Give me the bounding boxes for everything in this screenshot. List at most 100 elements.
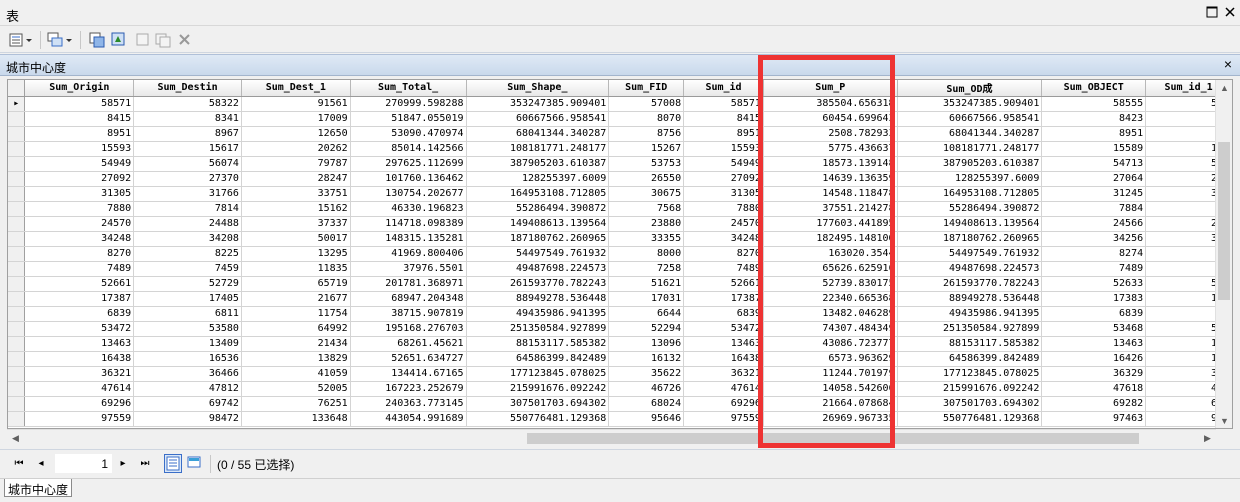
last-record-button[interactable]: ⏭ [138, 457, 152, 471]
table-cell[interactable]: 8967 [133, 126, 242, 142]
scroll-up-arrow-icon[interactable]: ▲ [1216, 80, 1232, 97]
table-cell[interactable]: 387905203.610387 [897, 156, 1043, 172]
current-record-input[interactable]: 1 [55, 454, 112, 473]
table-cell[interactable]: 101760.136462 [350, 171, 467, 187]
table-cell[interactable]: 8070 [608, 111, 685, 127]
table-row[interactable]: 27092 27370 28247 101760.136462 128255397.60… [8, 171, 1232, 187]
table-cell[interactable]: 133648 [241, 411, 351, 427]
table-cell[interactable]: 97463 [1041, 411, 1147, 427]
table-cell[interactable]: 164953108.712805 [466, 186, 610, 202]
table-cell[interactable]: 177123845.078025 [897, 366, 1043, 382]
table-cell[interactable]: 35622 [608, 366, 685, 382]
table-cell[interactable]: 51621 [608, 276, 685, 292]
table-cell[interactable]: 68041344.340287 [466, 126, 610, 142]
table-cell[interactable]: 149408613.139564 [466, 216, 610, 232]
table-cell[interactable]: 16426 [1041, 351, 1147, 367]
table-cell[interactable]: 53580 [133, 321, 242, 337]
table-cell[interactable]: 8415 [683, 111, 764, 127]
table-cell[interactable]: 108181771.248177 [466, 141, 610, 157]
table-cell[interactable]: 47618 [1041, 381, 1147, 397]
table-cell[interactable]: 15162 [241, 201, 351, 217]
table-cell[interactable]: 52729 [133, 276, 242, 292]
table-cell[interactable]: 52005 [241, 381, 351, 397]
table-cell[interactable]: 23880 [608, 216, 685, 232]
row-selector[interactable] [8, 276, 26, 292]
table-row[interactable]: 31305 31766 33751 130754.202677 164953108.71… [8, 186, 1232, 202]
table-row[interactable]: 7880 7814 15162 46330.196823 55286494.390872… [8, 201, 1232, 217]
table-cell[interactable]: 88153117.585382 [897, 336, 1043, 352]
table-cell[interactable]: 16438 [24, 351, 135, 367]
table-cell[interactable]: 28247 [241, 171, 351, 187]
table-cell[interactable]: 68041344.340287 [897, 126, 1043, 142]
column-header[interactable]: Sum_Total_ [350, 80, 467, 97]
table-cell[interactable]: 24570 [24, 216, 135, 232]
table-cell[interactable]: 13463 [24, 336, 135, 352]
row-selector[interactable] [8, 201, 26, 217]
table-cell[interactable]: 114718.098389 [350, 216, 467, 232]
table-cell[interactable]: 58571 [683, 96, 764, 112]
table-cell[interactable]: 17387 [24, 291, 135, 307]
table-row[interactable]: 17387 17405 21677 68947.204348 88949278.5364… [8, 291, 1232, 307]
table-cell[interactable]: 88153117.585382 [466, 336, 610, 352]
table-cell[interactable]: 261593770.782243 [897, 276, 1043, 292]
column-header[interactable]: Sum_Destin [133, 80, 242, 97]
table-cell[interactable]: 8225 [133, 246, 242, 262]
table-row[interactable]: 7489 7459 11835 37976.5501 49487698.224573 72… [8, 261, 1232, 277]
row-selector[interactable] [8, 306, 26, 322]
related-tables-button[interactable] [46, 31, 72, 49]
maximize-button[interactable] [1204, 4, 1220, 20]
table-cell[interactable]: 27092 [24, 171, 135, 187]
table-cell[interactable]: 353247385.909401 [897, 96, 1043, 112]
row-selector[interactable] [8, 231, 26, 247]
table-cell[interactable]: 8270 [24, 246, 135, 262]
table-cell[interactable]: 36321 [24, 366, 135, 382]
table-cell[interactable]: 164953108.712805 [897, 186, 1043, 202]
table-cell[interactable]: 8951 [683, 126, 764, 142]
table-cell[interactable]: 60667566.958541 [897, 111, 1043, 127]
table-cell[interactable]: 54949 [24, 156, 135, 172]
table-cell[interactable]: 49487698.224573 [466, 261, 610, 277]
table-cell[interactable]: 98472 [133, 411, 242, 427]
table-cell[interactable]: 8415 [24, 111, 135, 127]
row-selector[interactable] [8, 216, 26, 232]
row-selector[interactable] [8, 261, 26, 277]
table-cell[interactable]: 53753 [608, 156, 685, 172]
table-row[interactable]: 36321 36466 41059 134414.67165 177123845.078… [8, 366, 1232, 382]
table-cell[interactable]: 128255397.6009 [466, 171, 610, 187]
table-cell[interactable]: 34248 [683, 231, 764, 247]
table-row[interactable]: 8270 8225 13295 41969.800406 54497549.761932… [8, 246, 1232, 262]
table-cell[interactable]: 167223.252679 [350, 381, 467, 397]
table-cell[interactable]: 128255397.6009 [897, 171, 1043, 187]
table-cell[interactable]: 47614 [683, 381, 764, 397]
vertical-scrollbar[interactable]: ▲ ▼ [1215, 80, 1232, 428]
row-selector-header[interactable] [8, 80, 26, 97]
table-cell[interactable]: 51847.055019 [350, 111, 467, 127]
row-selector[interactable] [8, 366, 26, 382]
table-cell[interactable]: 68947.204348 [350, 291, 467, 307]
table-cell[interactable]: 37976.5501 [350, 261, 467, 277]
table-cell[interactable]: 97559 [24, 411, 135, 427]
table-cell[interactable]: 24488 [133, 216, 242, 232]
table-cell[interactable]: 52633 [1041, 276, 1147, 292]
table-cell[interactable]: 20262 [241, 141, 351, 157]
table-cell[interactable]: 34208 [133, 231, 242, 247]
table-cell[interactable]: 27370 [133, 171, 242, 187]
table-cell[interactable]: 13829 [241, 351, 351, 367]
table-cell[interactable]: 443054.991689 [350, 411, 467, 427]
table-cell[interactable]: 11754 [241, 306, 351, 322]
table-row[interactable]: 6839 6811 11754 38715.907819 49435986.941395… [8, 306, 1232, 322]
table-cell[interactable]: 251350584.927899 [897, 321, 1043, 337]
table-cell[interactable]: 47812 [133, 381, 242, 397]
table-row[interactable]: 15593 15617 20262 85014.142566 108181771.248… [8, 141, 1232, 157]
table-row[interactable]: 47614 47812 52005 167223.252679 215991676.09… [8, 381, 1232, 397]
table-cell[interactable]: 55286494.390872 [466, 201, 610, 217]
table-cell[interactable]: 52651.634727 [350, 351, 467, 367]
table-cell[interactable]: 69282 [1041, 396, 1147, 412]
table-options-button[interactable] [8, 31, 32, 49]
column-header[interactable]: Sum_id [683, 80, 764, 97]
table-cell[interactable]: 79787 [241, 156, 351, 172]
column-header[interactable]: Sum_Shape_ [466, 80, 610, 97]
scroll-down-arrow-icon[interactable]: ▼ [1216, 413, 1232, 428]
table-cell[interactable]: 88949278.536448 [897, 291, 1043, 307]
clear-selection-icon[interactable] [134, 31, 152, 49]
